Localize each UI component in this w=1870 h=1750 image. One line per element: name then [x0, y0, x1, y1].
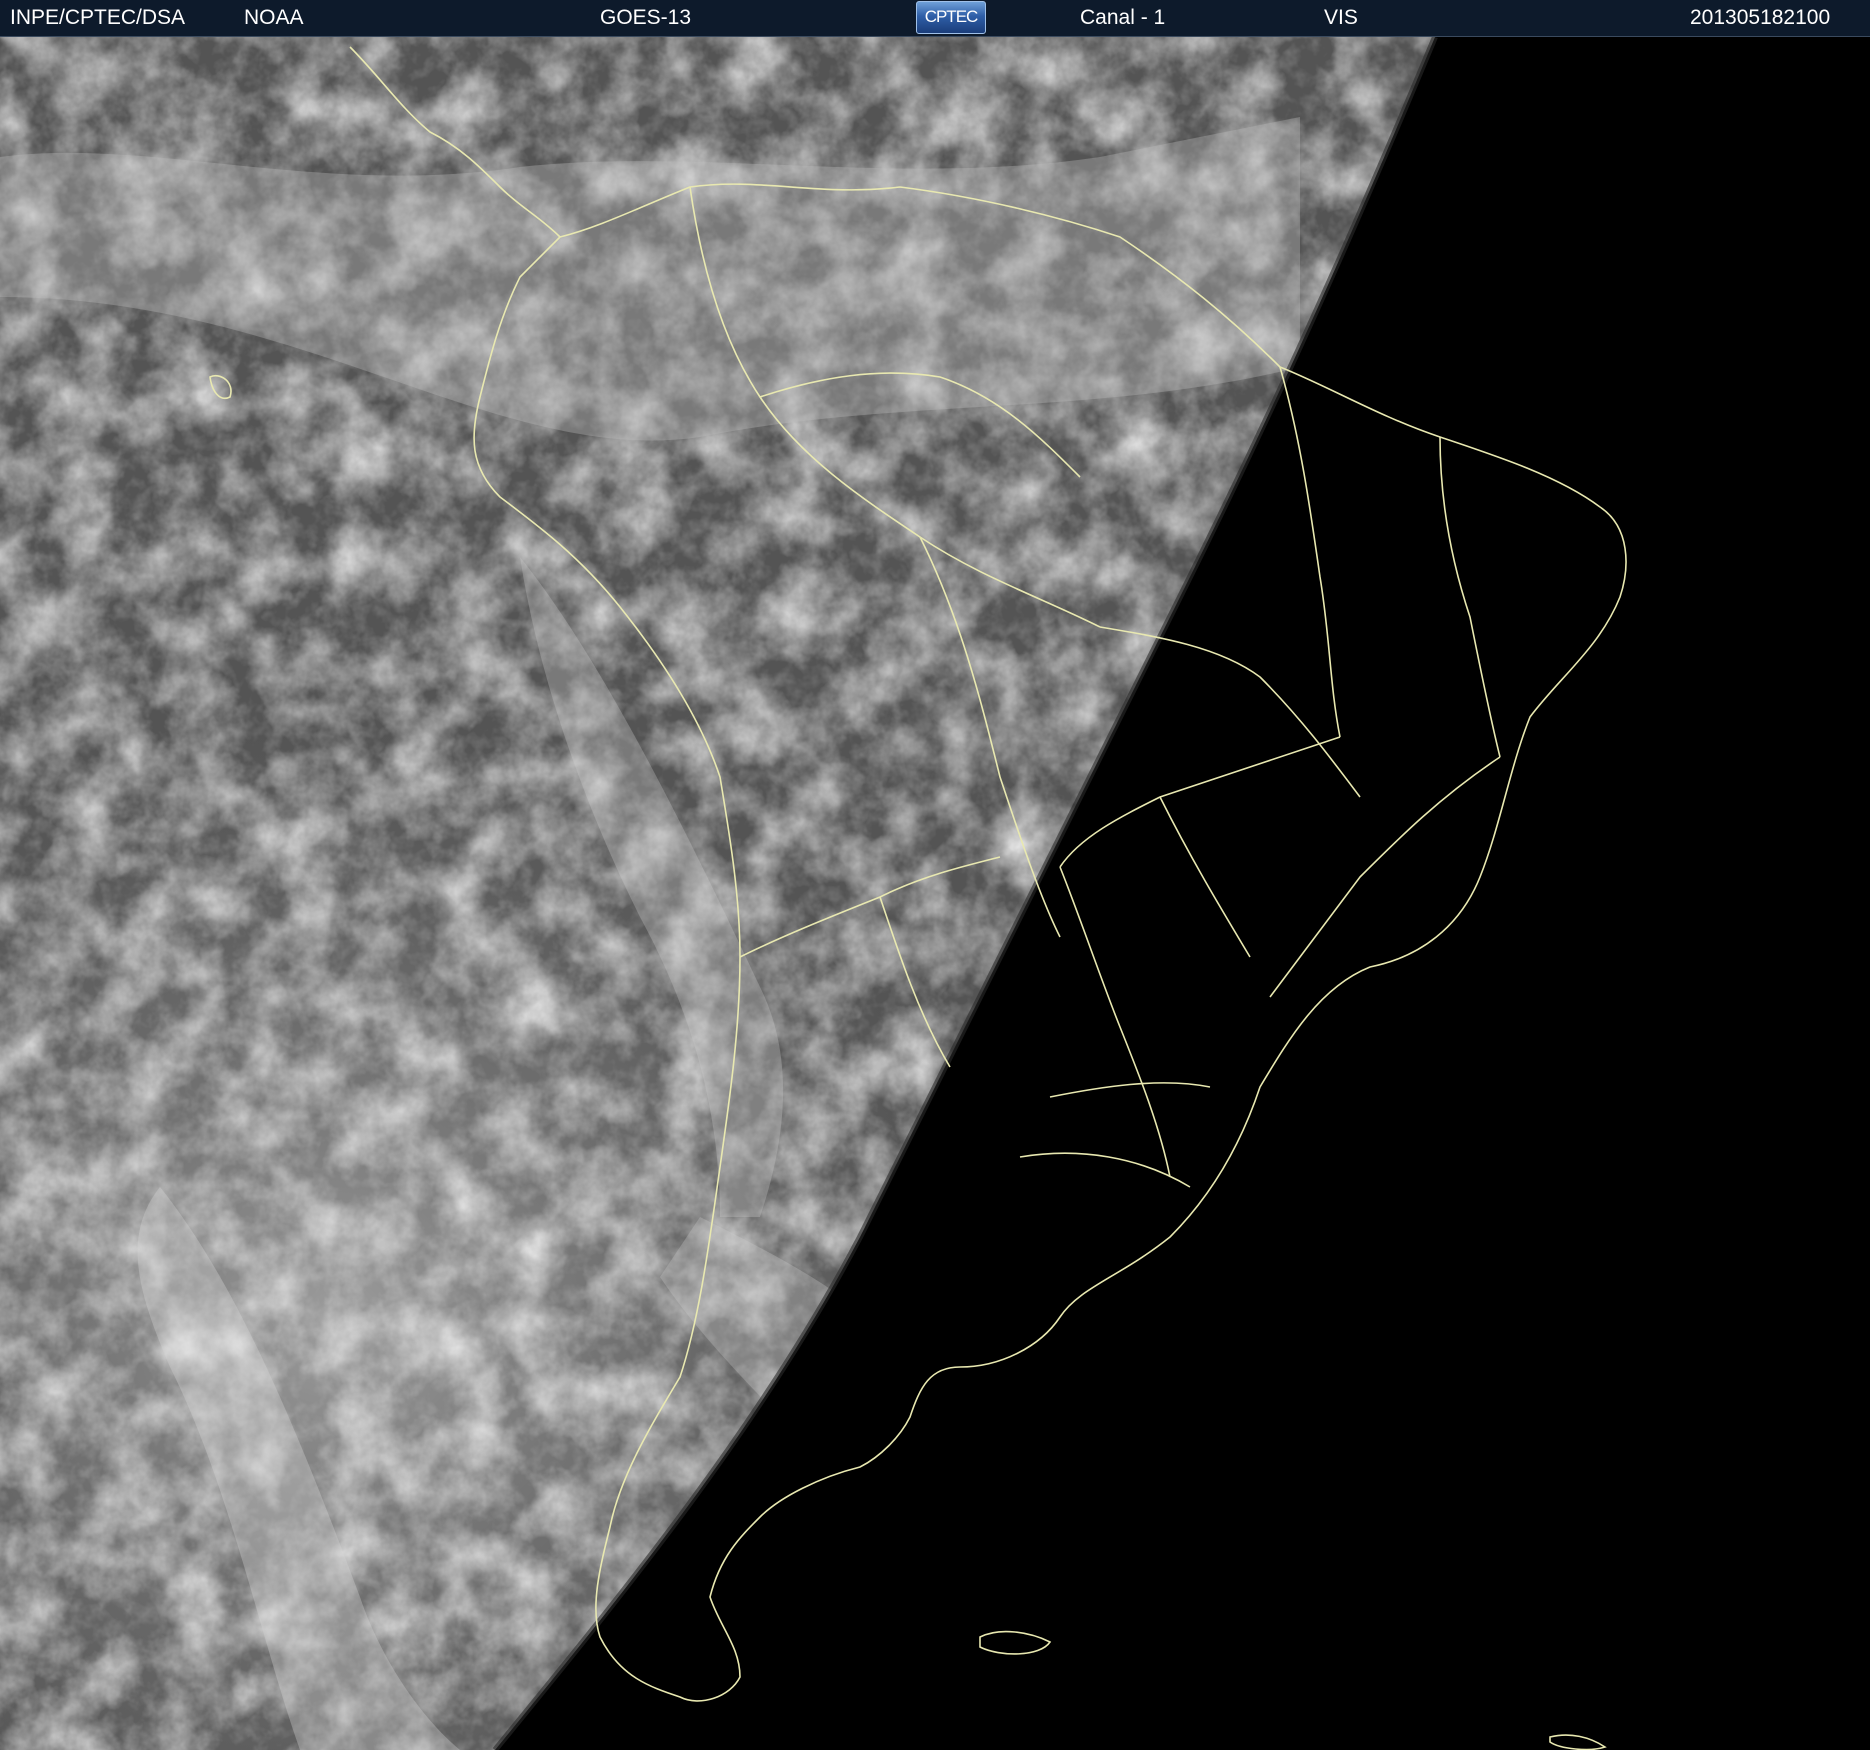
timestamp-label: 201305182100	[1690, 6, 1831, 29]
satellite-label: GOES-13	[600, 6, 692, 29]
band-label: VIS	[1324, 6, 1358, 29]
institution-label: INPE/CPTEC/DSA	[10, 6, 186, 29]
logo-text: CPTEC	[924, 7, 979, 26]
agency-label: NOAA	[244, 6, 304, 29]
cptec-logo-icon: CPTEC	[916, 1, 986, 34]
satellite-image	[0, 37, 1870, 1750]
image-header: INPE/CPTEC/DSA NOAA GOES-13 CPTEC Canal …	[0, 0, 1870, 37]
satellite-image-svg	[0, 37, 1870, 1750]
channel-label: Canal - 1	[1080, 6, 1166, 29]
